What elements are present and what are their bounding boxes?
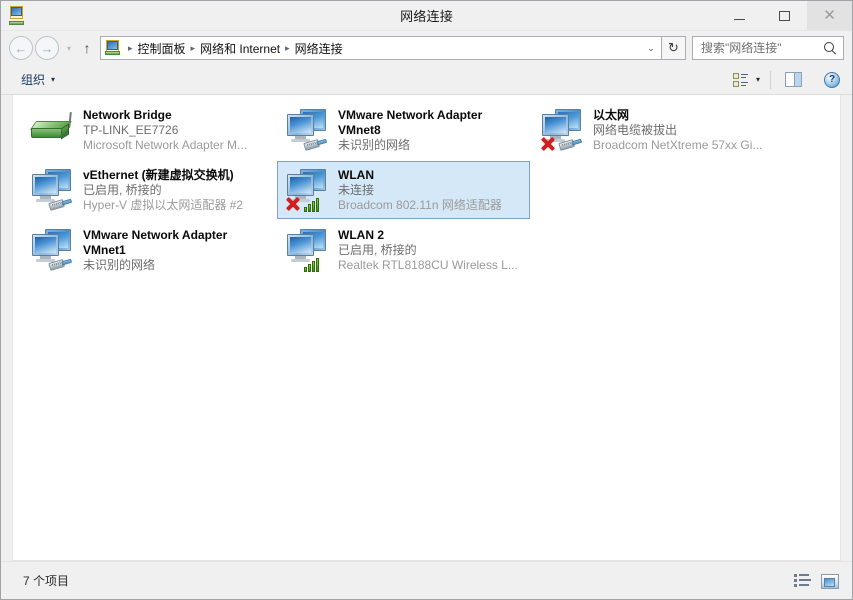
organize-label: 组织 [21, 73, 46, 87]
connections-grid: Network Bridge TP-LINK_EE7726 Microsoft Ne… [21, 101, 840, 281]
breadcrumb-separator-0: ▸ [128, 42, 133, 53]
connection-item[interactable]: vEthernet (新建虚拟交换机) 已启用, 桥接的 Hyper-V 虚拟以太网… [22, 161, 275, 219]
arrow-up-icon: ↑ [83, 40, 91, 56]
close-button[interactable]: ✕ [807, 1, 852, 30]
item-count-label: 7 个项目 [23, 574, 70, 588]
connection-device: Realtek RTL8188CU Wireless L... [338, 258, 518, 272]
forward-button[interactable]: → [35, 36, 59, 60]
connection-item[interactable]: Network Bridge TP-LINK_EE7726 Microsoft Ne… [22, 101, 275, 159]
breadcrumb-separator-1: ▸ [190, 42, 196, 53]
change-view-button[interactable]: ▾ [729, 70, 764, 90]
connection-text: WLAN 未连接 Broadcom 802.11n 网络适配器 [338, 165, 502, 213]
chevron-down-icon: ▾ [51, 75, 56, 84]
preview-pane-button[interactable] [781, 70, 806, 89]
close-icon: ✕ [823, 6, 836, 24]
wireless-adapter-icon [284, 227, 332, 275]
breadcrumb-item-network-and-internet[interactable]: 网络和 Internet [200, 40, 280, 57]
connection-status: 未识别的网络 [83, 258, 156, 272]
connection-device: Broadcom NetXtreme 57xx Gi... [593, 138, 763, 152]
window-controls: ✕ [717, 1, 852, 30]
connection-item[interactable]: 以太网 网络电缆被拔出 Broadcom NetXtreme 57xx Gi... [532, 101, 785, 159]
help-icon: ? [824, 71, 840, 88]
command-toolbar: 组织 ▾ ▾ ? [1, 65, 852, 95]
chevron-down-icon: ▾ [66, 43, 71, 53]
breadcrumb-item-network-connections[interactable]: 网络连接 [295, 40, 343, 57]
address-dropdown-button[interactable]: ⌄ [643, 43, 659, 54]
connection-name: VMware Network Adapter VMnet8 [338, 108, 483, 137]
chevron-down-icon: ⌄ [647, 42, 655, 53]
title-bar: 网络连接 ✕ [1, 1, 852, 31]
maximize-icon [779, 10, 790, 21]
details-view-icon[interactable] [794, 572, 814, 590]
large-icons-view-icon[interactable] [820, 572, 840, 590]
connection-text: vEthernet (新建虚拟交换机) 已启用, 桥接的 Hyper-V 虚拟以太网… [83, 165, 243, 213]
help-button[interactable]: ? [820, 70, 844, 90]
connections-list-view[interactable]: Network Bridge TP-LINK_EE7726 Microsoft Ne… [12, 95, 841, 561]
minimize-button[interactable] [717, 1, 762, 30]
recent-locations-button[interactable]: ▾ [61, 36, 77, 60]
breadcrumb[interactable]: ▸ 控制面板 ▸ 网络和 Internet ▸ 网络连接 ⌄ [100, 36, 662, 60]
connection-status: 网络电缆被拔出 [593, 123, 678, 137]
connection-name: WLAN 2 [338, 228, 384, 242]
ethernet-adapter-icon [29, 227, 77, 275]
connection-device: Microsoft Network Adapter M... [83, 138, 248, 152]
connection-status: 已启用, 桥接的 [83, 183, 162, 197]
breadcrumb-separator-2: ▸ [285, 42, 290, 53]
breadcrumb-item-control-panel[interactable]: 控制面板 [138, 40, 186, 57]
search-box[interactable] [692, 36, 844, 60]
connection-name: WLAN [338, 168, 374, 182]
connection-item[interactable]: WLAN 2 已启用, 桥接的 Realtek RTL8188CU Wireless… [277, 221, 530, 279]
connection-name: vEthernet (新建虚拟交换机) [83, 168, 234, 182]
connection-text: VMware Network Adapter VMnet1 未识别的网络 [83, 225, 270, 273]
connection-name: Network Bridge [83, 108, 172, 122]
search-input[interactable] [699, 40, 823, 56]
address-bar: ← → ▾ ↑ ▸ 控制面板 ▸ 网络和 Internet ▸ 网络连接 ⌄ ↻… [1, 31, 852, 65]
ethernet-adapter-icon [284, 107, 332, 155]
connection-name: 以太网 [593, 108, 630, 122]
organize-button[interactable]: 组织 ▾ [15, 68, 61, 91]
connection-device: Broadcom 802.11n 网络适配器 [338, 198, 502, 212]
ethernet-adapter-icon [539, 107, 587, 155]
connection-status: TP-LINK_EE7726 [83, 123, 179, 137]
chevron-down-icon: ▾ [755, 75, 760, 84]
connection-text: WLAN 2 已启用, 桥接的 Realtek RTL8188CU Wireless… [338, 225, 518, 273]
status-bar: 7 个项目 [1, 561, 852, 599]
forward-icon: → [40, 40, 54, 56]
maximize-button[interactable] [762, 1, 807, 30]
toolbar-divider [770, 70, 771, 89]
change-view-icon [732, 72, 749, 88]
refresh-button[interactable]: ↻ [662, 36, 686, 60]
connection-status: 未识别的网络 [338, 138, 411, 152]
connection-text: Network Bridge TP-LINK_EE7726 Microsoft Ne… [83, 105, 247, 153]
back-icon: ← [14, 40, 28, 56]
network-connections-icon [9, 5, 29, 26]
connection-text: 以太网 网络电缆被拔出 Broadcom NetXtreme 57xx Gi... [593, 105, 762, 153]
connection-device: Hyper-V 虚拟以太网适配器 #2 [83, 198, 244, 212]
network-bridge-icon [29, 107, 77, 155]
ethernet-adapter-icon [29, 167, 77, 215]
explorer-window: 网络连接 ✕ ← → ▾ ↑ ▸ 控制面板 ▸ 网络和 Internet ▸ 网… [0, 0, 853, 600]
connection-item[interactable]: VMware Network Adapter VMnet8 未识别的网络 [277, 101, 530, 159]
back-button[interactable]: ← [9, 36, 33, 60]
minimize-icon [734, 19, 745, 20]
search-icon [823, 41, 837, 55]
refresh-icon: ↻ [668, 40, 679, 55]
connection-item[interactable]: WLAN 未连接 Broadcom 802.11n 网络适配器 [277, 161, 530, 219]
connection-status: 已启用, 桥接的 [338, 243, 417, 257]
control-panel-network-icon [105, 40, 121, 56]
connection-status: 未连接 [338, 183, 375, 197]
connection-item[interactable]: VMware Network Adapter VMnet1 未识别的网络 [22, 221, 275, 279]
connection-name: VMware Network Adapter VMnet1 [83, 228, 228, 257]
preview-pane-icon [785, 72, 802, 87]
connection-text: VMware Network Adapter VMnet8 未识别的网络 [338, 105, 525, 153]
wireless-adapter-icon [284, 167, 332, 215]
up-button[interactable]: ↑ [77, 36, 97, 60]
